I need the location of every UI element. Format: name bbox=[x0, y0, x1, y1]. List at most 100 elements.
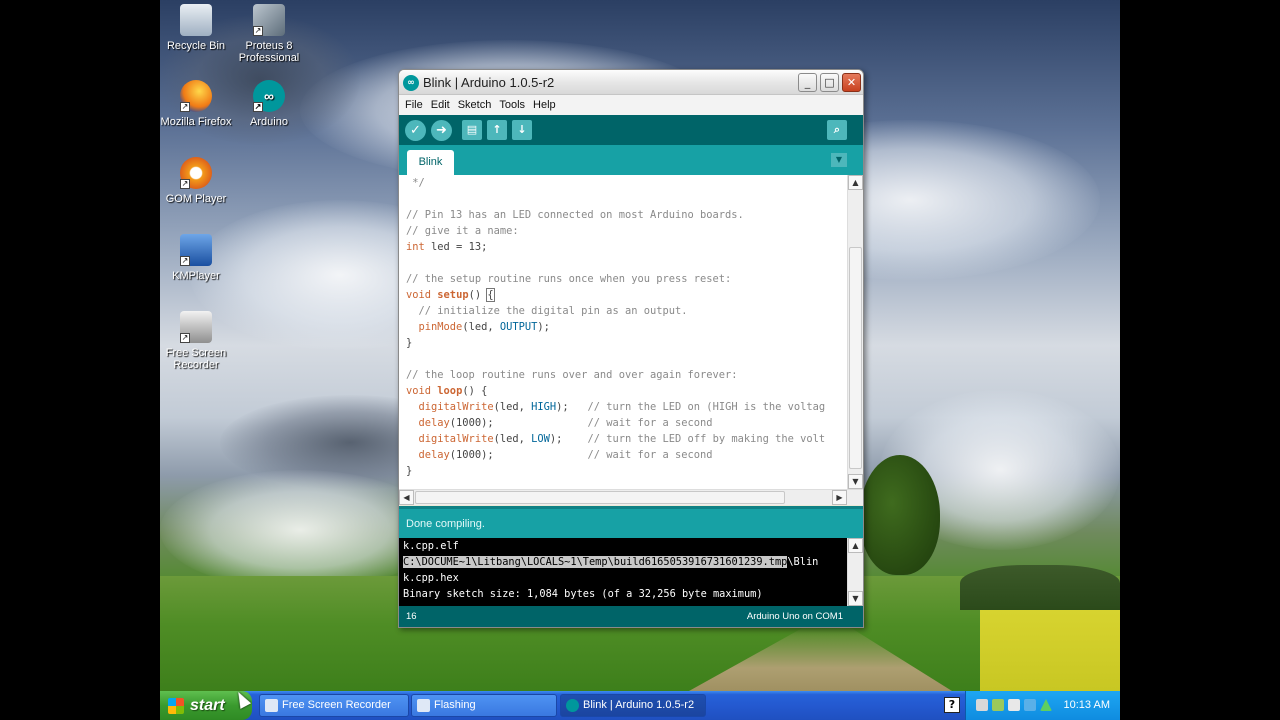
menu-sketch[interactable]: Sketch bbox=[456, 99, 498, 111]
new-button[interactable]: ▤ bbox=[462, 120, 482, 140]
tab-menu-button[interactable]: ▼ bbox=[831, 153, 847, 167]
desktop-icon-recycle-bin[interactable]: Recycle Bin bbox=[160, 4, 232, 52]
yellow-field bbox=[980, 606, 1120, 696]
scroll-thumb[interactable] bbox=[415, 491, 785, 504]
desktop-icon-free-screen-recorder[interactable]: ↗ Free Screen Recorder bbox=[160, 311, 232, 371]
status-message: Done compiling. bbox=[406, 518, 485, 530]
folder-icon bbox=[417, 699, 430, 712]
tray-app-icon[interactable] bbox=[1024, 699, 1036, 711]
scroll-thumb[interactable] bbox=[849, 247, 862, 469]
code-token: } bbox=[406, 465, 413, 477]
close-button[interactable]: ✕ bbox=[842, 73, 861, 92]
screen-recorder-icon: ↗ bbox=[180, 311, 212, 343]
menu-edit[interactable]: Edit bbox=[429, 99, 456, 111]
title-bar[interactable]: ∞ Blink | Arduino 1.0.5-r2 _ □ ✕ bbox=[399, 70, 863, 95]
scroll-left-button[interactable]: ◀ bbox=[399, 490, 414, 505]
board-port: Arduino Uno on COM1 bbox=[746, 611, 843, 622]
editor-vertical-scrollbar[interactable]: ▲ ▼ bbox=[847, 175, 863, 489]
code-text[interactable]: */ // Pin 13 has an LED connected on most… bbox=[399, 175, 846, 489]
maximize-button[interactable]: □ bbox=[820, 73, 839, 92]
editor-horizontal-scrollbar[interactable]: ◀ ▶ bbox=[399, 489, 863, 505]
code-token: // turn the LED on (HIGH is the voltag bbox=[587, 401, 826, 413]
code-token: // give it a name: bbox=[406, 225, 519, 237]
serial-monitor-button[interactable]: ⌕ bbox=[827, 120, 847, 140]
treeline bbox=[960, 565, 1120, 610]
verify-button[interactable]: ✓ bbox=[405, 120, 426, 141]
minimize-button[interactable]: _ bbox=[798, 73, 817, 92]
menu-tools[interactable]: Tools bbox=[497, 99, 531, 111]
console-text: k.cpp.elf C:\DOCUME~1\Litbang\LOCALS~1\T… bbox=[403, 538, 845, 606]
console-vertical-scrollbar[interactable]: ▲ ▼ bbox=[847, 538, 863, 606]
tree bbox=[860, 455, 940, 575]
code-token: int bbox=[406, 241, 425, 253]
code-token: () bbox=[468, 289, 488, 301]
code-token: digitalWrite bbox=[418, 401, 494, 413]
code-line: */ bbox=[406, 175, 846, 191]
scroll-right-button[interactable]: ▶ bbox=[832, 490, 847, 505]
code-token: loop bbox=[437, 385, 463, 397]
scroll-down-button[interactable]: ▼ bbox=[848, 474, 863, 489]
console-line-tail: \Blin bbox=[787, 556, 819, 568]
code-token: OUTPUT bbox=[499, 321, 538, 333]
menu-help[interactable]: Help bbox=[531, 99, 562, 111]
code-editor[interactable]: */ // Pin 13 has an LED connected on most… bbox=[399, 175, 863, 489]
code-line: // the setup routine runs once when you … bbox=[406, 271, 846, 287]
code-token: setup bbox=[437, 289, 469, 301]
console-line: k.cpp.elf bbox=[403, 540, 459, 552]
code-line: pinMode(led, OUTPUT); bbox=[406, 319, 846, 335]
code-token: ); bbox=[556, 401, 588, 413]
desktop-icon-arduino[interactable]: ∞ ↗ Arduino bbox=[233, 80, 305, 128]
upload-button[interactable]: ➜ bbox=[431, 120, 452, 141]
code-token: LOW bbox=[531, 433, 550, 445]
console-line: k.cpp.hex bbox=[403, 572, 459, 584]
code-token: void bbox=[406, 385, 432, 397]
volume-icon[interactable] bbox=[1008, 699, 1020, 711]
code-token: // wait for a second bbox=[587, 417, 713, 429]
code-token: // wait for a second bbox=[587, 449, 713, 461]
code-token: HIGH bbox=[531, 401, 557, 413]
desktop-icon-proteus[interactable]: ↗ Proteus 8 Professional bbox=[233, 4, 305, 64]
taskbar-item-arduino[interactable]: Blink | Arduino 1.0.5-r2 bbox=[560, 694, 706, 717]
window-title: Blink | Arduino 1.0.5-r2 bbox=[423, 75, 555, 90]
code-line: // the loop routine runs over and over a… bbox=[406, 367, 846, 383]
taskbar-item-flashing[interactable]: Flashing bbox=[411, 694, 557, 717]
code-token: // turn the LED off by making the volt bbox=[587, 433, 826, 445]
code-token: (led, bbox=[493, 401, 532, 413]
arduino-icon bbox=[566, 699, 579, 712]
code-token: */ bbox=[406, 177, 425, 189]
scroll-down-button[interactable]: ▼ bbox=[848, 591, 863, 606]
console-output[interactable]: k.cpp.elf C:\DOCUME~1\Litbang\LOCALS~1\T… bbox=[399, 538, 863, 606]
tray-app-icon[interactable] bbox=[1040, 699, 1052, 711]
desktop-icon-label: GOM Player bbox=[165, 193, 227, 205]
desktop-icon-kmplayer[interactable]: ↗ KMPlayer bbox=[160, 234, 232, 282]
scroll-up-button[interactable]: ▲ bbox=[848, 175, 863, 190]
tray-app-icon[interactable] bbox=[992, 699, 1004, 711]
arduino-icon: ∞ bbox=[403, 75, 419, 91]
scroll-up-button[interactable]: ▲ bbox=[848, 538, 863, 553]
desktop-icon-firefox[interactable]: ↗ Mozilla Firefox bbox=[160, 80, 232, 128]
menu-file[interactable]: File bbox=[403, 99, 429, 111]
arduino-icon: ∞ ↗ bbox=[253, 80, 285, 112]
help-icon[interactable]: ? bbox=[944, 697, 960, 713]
code-line: // initialize the digital pin as an outp… bbox=[406, 303, 846, 319]
code-token: pinMode bbox=[418, 321, 463, 333]
taskbar-item-free-screen-recorder[interactable]: Free Screen Recorder bbox=[259, 694, 409, 717]
footer-bar: 16 Arduino Uno on COM1 bbox=[399, 606, 863, 627]
clock: 10:13 AM bbox=[1063, 699, 1110, 711]
status-bar: Done compiling. bbox=[399, 506, 863, 538]
code-line: void loop() { bbox=[406, 383, 846, 399]
tab-blink[interactable]: Blink bbox=[407, 150, 454, 175]
console-line: C:\DOCUME~1\Litbang\LOCALS~1\Temp\build6… bbox=[403, 554, 845, 570]
windows-flag-icon bbox=[168, 698, 184, 714]
code-token: (1000); bbox=[449, 417, 588, 429]
save-button[interactable]: ↓ bbox=[512, 120, 532, 140]
code-line: digitalWrite(led, HIGH); // turn the LED… bbox=[406, 399, 846, 415]
desktop-icon-gom-player[interactable]: ↗ GOM Player bbox=[160, 157, 232, 205]
network-icon[interactable] bbox=[976, 699, 988, 711]
code-token: (led, bbox=[462, 321, 500, 333]
open-button[interactable]: ↑ bbox=[487, 120, 507, 140]
